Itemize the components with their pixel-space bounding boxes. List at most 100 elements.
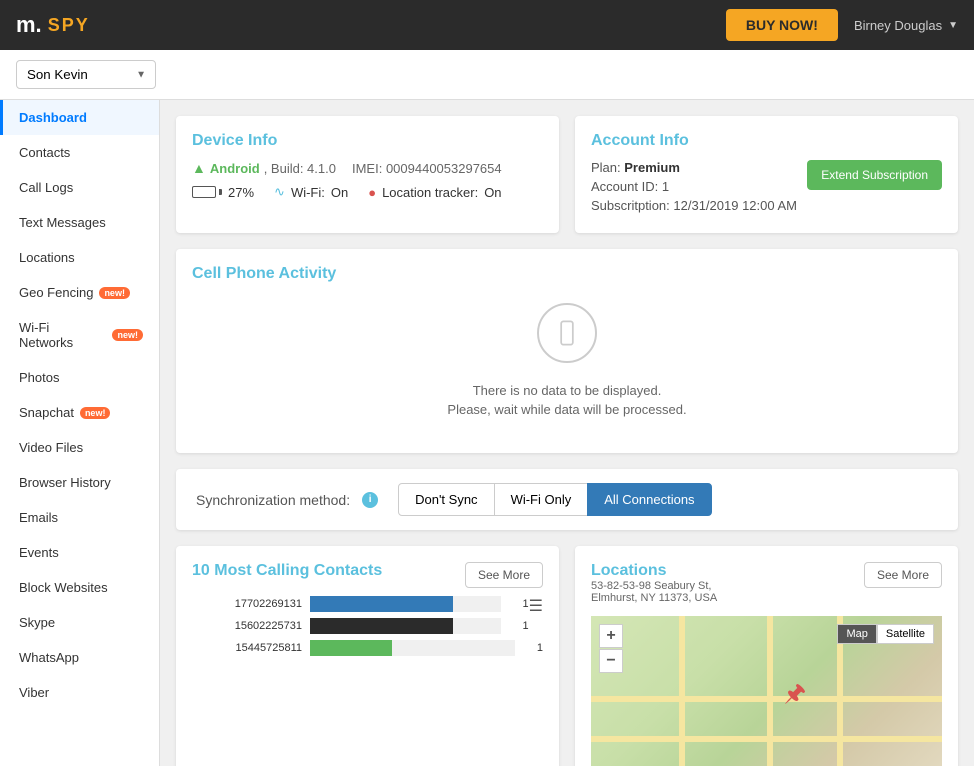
sidebar-item-label: Locations bbox=[19, 250, 75, 265]
chevron-down-icon: ▼ bbox=[948, 20, 958, 31]
all-connections-button[interactable]: All Connections bbox=[587, 483, 711, 516]
imei-text: IMEI: 0009440053297654 bbox=[352, 161, 502, 176]
account-info-title: Account Info bbox=[591, 132, 942, 150]
account-id-value: 1 bbox=[662, 179, 669, 194]
sidebar-item-block-websites[interactable]: Block Websites bbox=[0, 570, 159, 605]
call-count: 1 bbox=[509, 598, 529, 610]
location-status: On bbox=[484, 185, 501, 200]
logo: m. SPY bbox=[16, 12, 90, 38]
user-menu[interactable]: Birney Douglas ▼ bbox=[854, 18, 958, 33]
calling-contacts-card: 10 Most Calling Contacts See More ☰ 1770… bbox=[176, 546, 559, 766]
location-address: 53-82-53-98 Seabury St, Elmhurst, NY 113… bbox=[591, 580, 717, 604]
sidebar-item-label: Skype bbox=[19, 615, 55, 630]
android-icon: ▲ bbox=[192, 160, 206, 176]
sidebar-item-label: Emails bbox=[19, 510, 58, 525]
bar-track bbox=[310, 640, 515, 656]
sidebar-item-label: Text Messages bbox=[19, 215, 106, 230]
new-badge: new! bbox=[112, 329, 143, 341]
calling-contacts-title: 10 Most Calling Contacts bbox=[192, 562, 382, 580]
wifi-status: On bbox=[331, 185, 348, 200]
map-pin: 🖈 bbox=[784, 676, 806, 717]
sidebar-item-label: Browser History bbox=[19, 475, 111, 490]
location-info: Locations 53-82-53-98 Seabury St, Elmhur… bbox=[591, 562, 717, 612]
sidebar-item-photos[interactable]: Photos bbox=[0, 360, 159, 395]
map-area: 🖈 + − Map Satellite bbox=[591, 616, 942, 766]
account-details: Plan: Premium Account ID: 1 Subscritptio… bbox=[591, 160, 797, 217]
user-name: Birney Douglas bbox=[854, 18, 942, 33]
sidebar-item-whatsapp[interactable]: WhatsApp bbox=[0, 640, 159, 675]
map-type-satellite-button[interactable]: Satellite bbox=[877, 624, 934, 644]
dont-sync-button[interactable]: Don't Sync bbox=[398, 483, 494, 516]
account-info-card: Account Info Plan: Premium Account ID: 1… bbox=[575, 116, 958, 233]
location-header: Locations 53-82-53-98 Seabury St, Elmhur… bbox=[591, 562, 942, 612]
sidebar-item-viber[interactable]: Viber bbox=[0, 675, 159, 710]
sidebar-item-wifi-networks[interactable]: Wi-Fi Networks new! bbox=[0, 310, 159, 360]
bar-track bbox=[310, 596, 501, 612]
bar-fill bbox=[310, 618, 453, 634]
sync-label: Synchronization method: bbox=[196, 492, 350, 508]
zoom-in-button[interactable]: + bbox=[599, 624, 623, 648]
sidebar-item-locations[interactable]: Locations bbox=[0, 240, 159, 275]
device-info-row: ▲ Android, Build: 4.1.0 IMEI: 0009440053… bbox=[192, 160, 543, 176]
device-select[interactable]: Son Kevin bbox=[16, 60, 156, 89]
chart-header: 10 Most Calling Contacts See More bbox=[192, 562, 543, 588]
sidebar-item-events[interactable]: Events bbox=[0, 535, 159, 570]
sidebar-item-label: Wi-Fi Networks bbox=[19, 320, 106, 350]
location-pin-icon: ● bbox=[368, 185, 376, 200]
account-actions: Extend Subscription bbox=[807, 160, 942, 217]
sidebar-item-skype[interactable]: Skype bbox=[0, 605, 159, 640]
sidebar-item-label: Call Logs bbox=[19, 180, 73, 195]
device-stats: 27% ∿ Wi-Fi: On ● Location tracker: On bbox=[192, 184, 543, 200]
sidebar-item-video-files[interactable]: Video Files bbox=[0, 430, 159, 465]
sync-card: Synchronization method: i Don't Sync Wi-… bbox=[176, 469, 958, 530]
table-row: 17702269131 1 bbox=[192, 596, 529, 612]
sidebar-item-label: Video Files bbox=[19, 440, 83, 455]
extend-subscription-button[interactable]: Extend Subscription bbox=[807, 160, 942, 190]
sidebar-item-contacts[interactable]: Contacts bbox=[0, 135, 159, 170]
sidebar-item-snapchat[interactable]: Snapchat new! bbox=[0, 395, 159, 430]
sidebar-item-dashboard[interactable]: Dashboard bbox=[0, 100, 159, 135]
map-type-map-button[interactable]: Map bbox=[837, 624, 876, 644]
sidebar-item-label: Geo Fencing bbox=[19, 285, 93, 300]
call-count: 1 bbox=[509, 620, 529, 632]
see-more-locations-button[interactable]: See More bbox=[864, 562, 942, 588]
sidebar-item-geo-fencing[interactable]: Geo Fencing new! bbox=[0, 275, 159, 310]
sidebar-item-label: Events bbox=[19, 545, 59, 560]
battery-stat: 27% bbox=[192, 185, 254, 200]
call-count: 1 bbox=[523, 642, 543, 654]
bar-chart: 17702269131 1 15602225731 1 15445725811 … bbox=[192, 596, 543, 656]
sidebar-item-label: Photos bbox=[19, 370, 59, 385]
cell-phone-activity-title: Cell Phone Activity bbox=[192, 265, 942, 283]
battery-icon bbox=[192, 186, 222, 198]
account-id-detail: Account ID: 1 bbox=[591, 179, 797, 194]
subscription-detail: Subscritption: 12/31/2019 12:00 AM bbox=[591, 198, 797, 213]
location-stat: ● Location tracker: On bbox=[368, 185, 501, 200]
contact-number: 15602225731 bbox=[192, 620, 302, 632]
wifi-icon: ∿ bbox=[274, 184, 285, 200]
hamburger-icon[interactable]: ☰ bbox=[529, 596, 543, 616]
main-content: Device Info ▲ Android, Build: 4.1.0 IMEI… bbox=[160, 100, 974, 766]
bar-fill bbox=[310, 596, 453, 612]
zoom-out-button[interactable]: − bbox=[599, 649, 623, 673]
bar-track bbox=[310, 618, 501, 634]
battery-percent: 27% bbox=[228, 185, 254, 200]
subheader: Son Kevin bbox=[0, 50, 974, 100]
buy-now-button[interactable]: BUY NOW! bbox=[726, 9, 838, 41]
see-more-contacts-button[interactable]: See More bbox=[465, 562, 543, 588]
sidebar-item-browser-history[interactable]: Browser History bbox=[0, 465, 159, 500]
bottom-row: 10 Most Calling Contacts See More ☰ 1770… bbox=[176, 546, 958, 766]
sidebar-item-label: Viber bbox=[19, 685, 49, 700]
wifi-stat: ∿ Wi-Fi: On bbox=[274, 184, 348, 200]
bar-fill bbox=[310, 640, 392, 656]
device-info-title: Device Info bbox=[192, 132, 543, 150]
table-row: 15445725811 1 bbox=[192, 640, 543, 656]
main-layout: Dashboard Contacts Call Logs Text Messag… bbox=[0, 100, 974, 766]
sidebar-item-call-logs[interactable]: Call Logs bbox=[0, 170, 159, 205]
info-icon[interactable]: i bbox=[362, 492, 378, 508]
sidebar-item-text-messages[interactable]: Text Messages bbox=[0, 205, 159, 240]
phone-icon bbox=[537, 303, 597, 363]
table-row: 15602225731 1 bbox=[192, 618, 529, 634]
wifi-only-button[interactable]: Wi-Fi Only bbox=[495, 483, 588, 516]
sidebar-item-emails[interactable]: Emails bbox=[0, 500, 159, 535]
subscription-date: 12/31/2019 12:00 AM bbox=[673, 198, 797, 213]
